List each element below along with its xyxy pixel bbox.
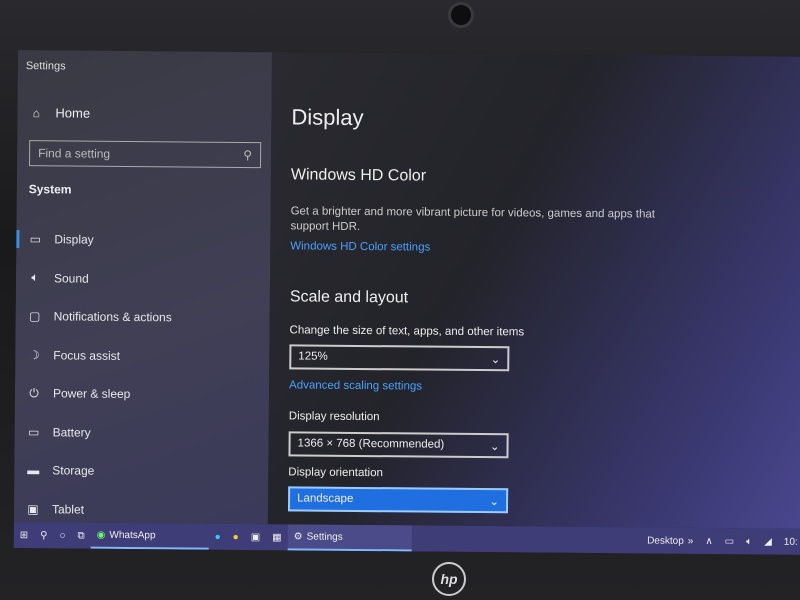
sidebar-item-label: Battery xyxy=(52,425,91,440)
sidebar-item-label: Display xyxy=(54,232,94,247)
sidebar-item-label: Power & sleep xyxy=(52,386,131,402)
chevron-down-icon: ⌄ xyxy=(490,354,501,367)
speaker-icon: 🔈︎ xyxy=(746,535,753,547)
resolution-label: Display resolution xyxy=(288,410,380,424)
sidebar-nav: ▭ Display 🔈︎ Sound ▢ Notifications & action… xyxy=(14,220,271,530)
task-view-icon: ⧉ xyxy=(77,530,85,542)
hp-logo: hp xyxy=(432,562,466,596)
search-icon: ⚲ xyxy=(40,529,48,541)
battery-tray-button[interactable]: ▭ xyxy=(719,528,741,554)
store-button[interactable]: ▣ xyxy=(245,524,267,550)
monitor-icon: ▭ xyxy=(29,232,42,247)
desktop-label: Desktop xyxy=(647,535,684,547)
cortana-button[interactable]: ○ xyxy=(53,522,71,548)
clock[interactable]: 10: xyxy=(778,529,800,555)
sidebar-item-label: Notifications & actions xyxy=(53,309,172,325)
wifi-button[interactable]: ◢ xyxy=(758,528,778,554)
calculator-icon: ▦ xyxy=(272,531,282,543)
resolution-value: 1366 × 768 (Recommended) xyxy=(297,437,445,451)
chrome-icon: ● xyxy=(232,531,239,543)
power-icon: ⏻ xyxy=(29,385,39,400)
sidebar-item-label: Sound xyxy=(53,271,89,286)
sidebar-item-power-sleep[interactable]: ⏻ Power & sleep xyxy=(15,374,269,415)
sidebar-item-notifications[interactable]: ▢ Notifications & actions xyxy=(16,297,270,338)
home-icon: ⌂ xyxy=(32,105,41,120)
webcam xyxy=(448,2,474,28)
orientation-value: Landscape xyxy=(297,492,354,505)
search-placeholder: Find a setting xyxy=(38,146,111,161)
battery-icon: ▭ xyxy=(27,424,40,439)
sidebar-item-sound[interactable]: 🔈︎ Sound xyxy=(16,258,270,299)
wifi-icon: ◢ xyxy=(764,536,772,548)
orientation-dropdown[interactable]: Landscape ⌄ xyxy=(287,486,509,514)
start-button[interactable]: ⊞ xyxy=(14,522,35,548)
scale-value: 125% xyxy=(298,350,328,363)
section-heading: System xyxy=(28,182,72,197)
orientation-label: Display orientation xyxy=(288,466,383,480)
scale-label: Change the size of text, apps, and other… xyxy=(289,324,525,339)
hdr-heading: Windows HD Color xyxy=(290,166,427,185)
chrome-button[interactable]: ● xyxy=(227,524,245,550)
sidebar-item-display[interactable]: ▭ Display xyxy=(16,220,270,261)
home-label: Home xyxy=(55,105,91,121)
chevron-right-icon: » xyxy=(687,535,694,547)
windows-icon: ⊞ xyxy=(19,529,29,541)
notification-icon: ▢ xyxy=(28,309,41,324)
sidebar-item-battery[interactable]: ▭ Battery xyxy=(15,412,269,453)
scale-dropdown[interactable]: 125% ⌄ xyxy=(289,344,510,372)
store-icon: ▣ xyxy=(250,531,261,543)
chevron-down-icon: ⌄ xyxy=(489,496,500,509)
calculator-button[interactable]: ▦ xyxy=(266,524,288,550)
sidebar-item-label: Tablet xyxy=(51,502,85,517)
battery-icon: ▭ xyxy=(724,535,735,547)
search-icon: ⚲ xyxy=(243,147,253,163)
hdr-settings-link[interactable]: Windows HD Color settings xyxy=(290,240,430,253)
desktop-toolbar[interactable]: Desktop» xyxy=(641,527,699,554)
sidebar-item-label: Storage xyxy=(52,463,95,478)
screen: Settings ⌂ Home Find a setting ⚲ System ▭ D… xyxy=(13,50,800,555)
moon-icon: ☽ xyxy=(28,347,40,362)
sidebar-item-focus-assist[interactable]: ☽ Focus assist xyxy=(15,335,269,376)
resolution-dropdown[interactable]: 1366 × 768 (Recommended) ⌄ xyxy=(288,431,509,459)
chevron-down-icon: ⌄ xyxy=(489,441,500,454)
tablet-icon: ▣ xyxy=(27,501,39,516)
advanced-scaling-link[interactable]: Advanced scaling settings xyxy=(289,379,422,392)
clock-text: 10: xyxy=(783,536,798,548)
whatsapp-icon: ◉ xyxy=(96,529,106,541)
volume-button[interactable]: 🔈︎ xyxy=(740,528,758,554)
storage-icon: ▬ xyxy=(27,463,40,478)
search-input[interactable]: Find a setting ⚲ xyxy=(28,140,262,169)
cortana-icon: ○ xyxy=(59,529,66,541)
hdr-description: Get a brighter and more vibrant picture … xyxy=(290,205,656,233)
edge-button[interactable]: ● xyxy=(209,524,227,550)
page-title: Display xyxy=(291,104,364,131)
task-view-button[interactable]: ⧉ xyxy=(71,522,90,548)
settings-taskbar-button[interactable]: ⚙ Settings xyxy=(287,524,412,552)
whatsapp-taskbar-button[interactable]: ◉ WhatsApp xyxy=(90,522,209,550)
sidebar-item-label: Focus assist xyxy=(53,348,121,363)
main-content: Display Windows HD Color Get a brighter … xyxy=(267,52,800,529)
home-link[interactable]: ⌂ Home xyxy=(29,105,91,121)
window-title: Settings xyxy=(25,60,66,73)
settings-label: Settings xyxy=(306,531,343,543)
edge-icon: ● xyxy=(214,531,221,543)
sidebar-item-storage[interactable]: ▬ Storage xyxy=(14,451,268,492)
speaker-icon: 🔈︎ xyxy=(31,270,39,285)
show-hidden-icons-button[interactable]: ∧ xyxy=(699,528,719,554)
whatsapp-label: WhatsApp xyxy=(109,529,156,541)
chevron-up-icon: ∧ xyxy=(705,535,713,547)
search-button[interactable]: ⚲ xyxy=(34,522,54,548)
scale-heading: Scale and layout xyxy=(289,288,409,307)
sidebar: Settings ⌂ Home Find a setting ⚲ System ▭ D… xyxy=(13,50,272,525)
gear-icon: ⚙ xyxy=(293,530,303,543)
